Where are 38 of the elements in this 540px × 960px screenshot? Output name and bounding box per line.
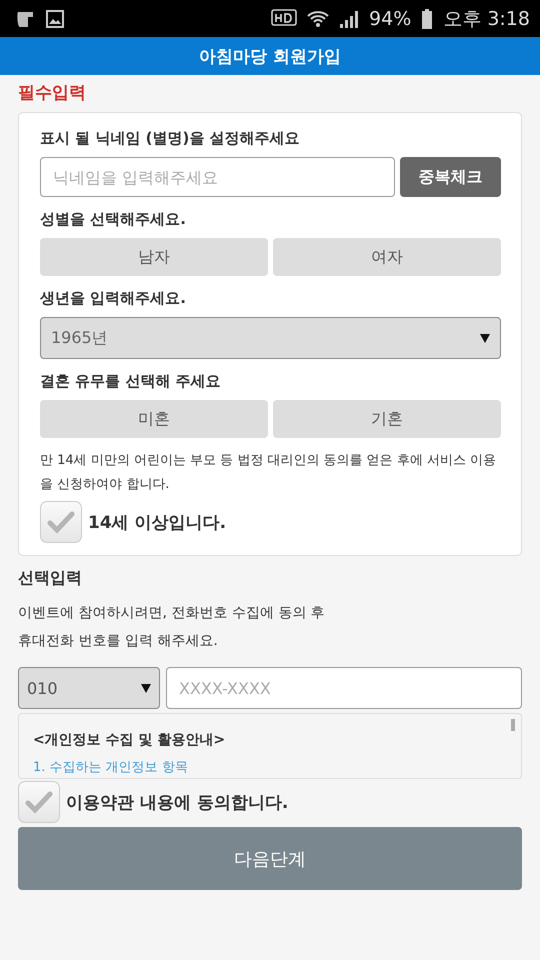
gender-option[interactable]: 남자 xyxy=(40,238,268,276)
caret-icon xyxy=(480,334,490,342)
field-label: 결혼 유무를 선택해 주세요 xyxy=(40,372,222,391)
page-title: 아침마당 회원가입 xyxy=(199,46,341,68)
checkbox-label: 14세 이상입니다. xyxy=(88,512,226,534)
gender-option[interactable]: 여자 xyxy=(273,238,501,276)
marital-option[interactable]: 기혼 xyxy=(273,400,501,438)
field-label: 성별을 선택해주세요. xyxy=(40,210,187,229)
section-heading: 필수입력 xyxy=(18,82,87,104)
year-dropdown[interactable]: 1965년 xyxy=(40,317,501,359)
section-heading: 선택입력 xyxy=(18,568,83,589)
description-text: 휴대전화 번호를 입력 해주세요. xyxy=(18,632,219,651)
field-label: 표시 될 닉네임 (별명)을 설정해주세요 xyxy=(40,129,301,148)
checkbox[interactable] xyxy=(40,501,82,543)
terms-box[interactable]: <개인정보 수집 및 활용안내> 1. 수집하는 개인정보 항목 xyxy=(18,713,522,779)
duplicate-check-button[interactable]: 중복체크 xyxy=(400,157,501,197)
checkbox[interactable] xyxy=(18,781,60,823)
prefix-dropdown[interactable]: 010 xyxy=(18,667,160,709)
signal-icon xyxy=(339,8,360,28)
caret-icon xyxy=(141,684,151,692)
checkbox-label: 이용약관 내용에 동의합니다. xyxy=(66,792,288,814)
wifi-icon xyxy=(307,8,330,28)
scrollbar xyxy=(511,719,515,731)
notice-text: 만 14세 미만의 어린이는 부모 등 법정 대리인의 동의를 얻은 후에 서비스 이용을 신청하여야 합니다. xyxy=(40,452,498,494)
checkmark-icon xyxy=(25,790,53,814)
image-icon xyxy=(46,10,64,28)
phone-field[interactable]: XXXX-XXXX xyxy=(166,667,522,709)
battery-icon xyxy=(421,8,434,30)
nickname-field[interactable]: 닉네임을 입력해주세요 xyxy=(40,157,395,197)
clock: 오후 3:18 xyxy=(443,6,530,32)
battery-percent: 94% xyxy=(369,8,412,30)
terms-item: 1. 수집하는 개인정보 항목 xyxy=(33,759,189,776)
marital-option[interactable]: 미혼 xyxy=(40,400,268,438)
description-text: 이벤트에 참여하시려면, 전화번호 수집에 동의 후 xyxy=(18,604,326,623)
next-button[interactable]: 다음단계 xyxy=(18,827,522,890)
terms-title: <개인정보 수집 및 활용안내> xyxy=(33,731,226,749)
field-label: 생년을 입력해주세요. xyxy=(40,289,187,308)
checkmark-icon xyxy=(47,510,75,534)
